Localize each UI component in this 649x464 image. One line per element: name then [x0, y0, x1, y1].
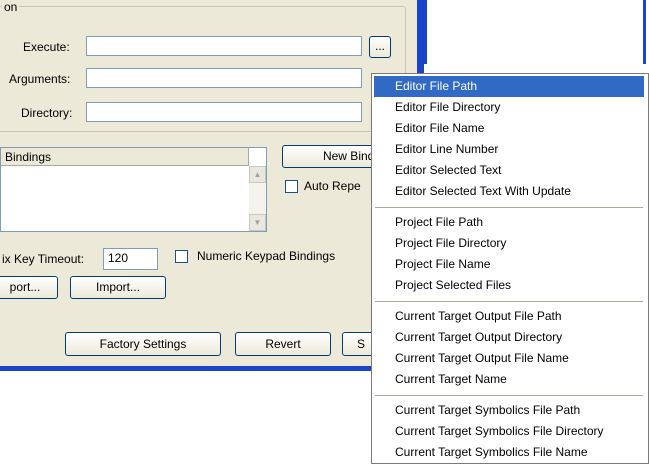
menu-item-project-file-path[interactable]: Project File Path [374, 212, 644, 233]
execute-field[interactable] [86, 36, 362, 56]
menu-item-current-target-output-directory[interactable]: Current Target Output Directory [374, 327, 644, 348]
menu-item-current-target-symbolics-file-directory[interactable]: Current Target Symbolics File Directory [374, 421, 644, 442]
auto-repeat-label: Auto Repe [304, 179, 361, 193]
background-window-frame-right [643, 0, 646, 64]
menu-item-current-target-output-file-name[interactable]: Current Target Output File Name [374, 348, 644, 369]
background-window [424, 0, 649, 64]
directory-label: Directory: [21, 106, 73, 120]
menu-item-editor-file-name[interactable]: Editor File Name [374, 118, 644, 139]
arguments-field[interactable] [86, 68, 362, 88]
directory-field[interactable] [86, 102, 362, 122]
menu-item-project-file-name[interactable]: Project File Name [374, 254, 644, 275]
bindings-list[interactable]: Bindings ▲ ▼ [0, 147, 267, 232]
auto-repeat-checkbox[interactable] [285, 180, 298, 193]
menu-item-editor-file-directory[interactable]: Editor File Directory [374, 97, 644, 118]
background-window-frame-left [424, 0, 427, 64]
scroll-down-arrow-icon[interactable]: ▼ [249, 214, 266, 231]
import-button[interactable]: Import... [70, 276, 166, 299]
menu-separator [375, 301, 643, 302]
menu-item-project-file-directory[interactable]: Project File Directory [374, 233, 644, 254]
menu-item-editor-selected-text-with-update[interactable]: Editor Selected Text With Update [374, 181, 644, 202]
menu-separator [375, 207, 643, 208]
new-binding-button[interactable]: New Bindi [282, 145, 382, 168]
insert-variable-menu: Editor File Path Editor File Directory E… [371, 73, 649, 464]
menu-item-current-target-name[interactable]: Current Target Name [374, 369, 644, 390]
keybindings-dialog: on Execute: ... Arguments: Directory: Bi… [0, 0, 417, 368]
browse-button[interactable]: ... [369, 36, 391, 58]
factory-settings-button[interactable]: Factory Settings [65, 332, 221, 356]
window-frame-bottom [0, 366, 422, 371]
scroll-up-arrow-icon[interactable]: ▲ [249, 166, 266, 183]
arguments-label: Arguments: [9, 72, 71, 86]
revert-button[interactable]: Revert [235, 332, 331, 356]
prefix-timeout-field[interactable]: 120 [103, 248, 158, 270]
menu-item-current-target-output-file-path[interactable]: Current Target Output File Path [374, 306, 644, 327]
numeric-keypad-checkbox[interactable] [175, 250, 188, 263]
menu-item-current-target-symbolics-file-path[interactable]: Current Target Symbolics File Path [374, 400, 644, 421]
menu-item-editor-line-number[interactable]: Editor Line Number [374, 139, 644, 160]
export-button[interactable]: port... [0, 276, 58, 299]
menu-separator [375, 395, 643, 396]
menu-item-editor-selected-text[interactable]: Editor Selected Text [374, 160, 644, 181]
menu-item-project-selected-files[interactable]: Project Selected Files [374, 275, 644, 296]
menu-item-editor-file-path[interactable]: Editor File Path [374, 76, 644, 97]
execute-label: Execute: [23, 40, 70, 54]
bindings-scrollbar[interactable]: ▲ ▼ [249, 166, 266, 231]
numeric-keypad-label: Numeric Keypad Bindings [197, 249, 336, 263]
bindings-column-header[interactable]: Bindings [1, 148, 249, 166]
prefix-timeout-label: ix Key Timeout: [2, 252, 85, 266]
groupbox-title: on [2, 0, 20, 14]
menu-item-current-target-symbolics-file-name[interactable]: Current Target Symbolics File Name [374, 442, 644, 463]
